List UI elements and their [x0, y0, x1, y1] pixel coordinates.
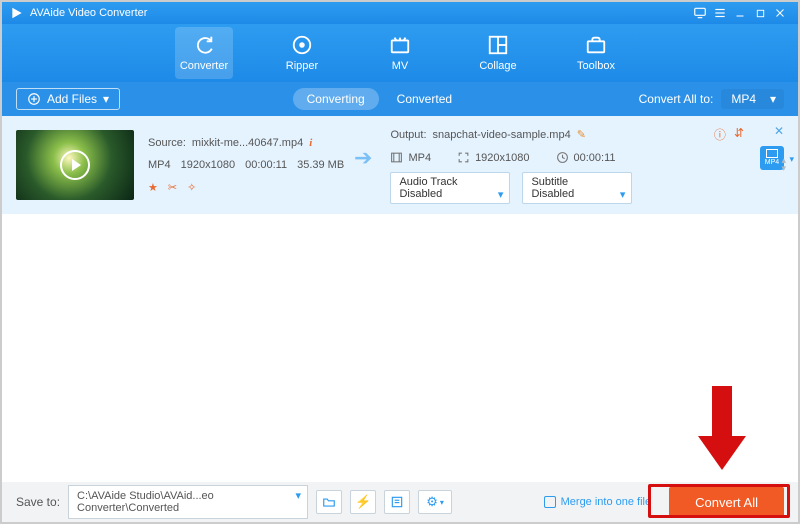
nav-ripper[interactable]: Ripper [273, 27, 331, 79]
source-block: Source: mixkit-me...40647.mp4 i MP4 1920… [148, 137, 348, 194]
out-resolution: 1920x1080 [475, 152, 529, 164]
add-files-label: Add Files [47, 92, 97, 106]
source-filename: mixkit-me...40647.mp4 [192, 137, 303, 149]
file-row: Source: mixkit-me...40647.mp4 i MP4 1920… [2, 116, 798, 214]
resolution-icon [457, 151, 470, 164]
convert-all-to: Convert All to: MP4 [639, 89, 784, 109]
output-block: Output: snapchat-video-sample.mp4 ✎ ⓘ ⇵ … [390, 126, 750, 204]
clock-icon [556, 151, 569, 164]
feedback-icon[interactable] [690, 3, 710, 23]
nav-mv[interactable]: MV [371, 27, 429, 79]
app-logo-icon [10, 6, 24, 20]
nav-label: Collage [479, 60, 516, 72]
chevron-down-icon: ▾ [103, 92, 109, 106]
maximize-icon[interactable] [750, 3, 770, 23]
nav-label: MV [392, 60, 409, 72]
edit-name-icon[interactable]: ✎ [577, 128, 586, 141]
status-tabs: Converting Converted [293, 88, 466, 110]
checkbox-icon [544, 496, 556, 508]
open-folder-button[interactable] [316, 490, 342, 514]
star-icon[interactable]: ★ [148, 181, 158, 194]
sub-toolbar: Add Files ▾ Converting Converted Convert… [2, 82, 798, 116]
out-duration: 00:00:11 [574, 152, 616, 164]
cut-icon[interactable]: ✂ [168, 181, 177, 194]
nav-label: Ripper [286, 60, 318, 72]
film-icon [390, 151, 403, 164]
save-to-label: Save to: [16, 495, 60, 509]
output-format-button[interactable]: MP4 ▾ [760, 146, 784, 170]
output-filename: snapchat-video-sample.mp4 [433, 129, 571, 141]
play-icon [60, 150, 90, 180]
main-nav: Converter Ripper MV Collage Toolbox [2, 24, 798, 82]
empty-area [2, 214, 798, 482]
output-label: Output: [390, 129, 426, 141]
audio-track-select[interactable]: Audio Track Disabled [390, 172, 510, 204]
nav-label: Converter [180, 60, 228, 72]
info-icon[interactable]: i [309, 137, 312, 149]
titlebar: AVAide Video Converter [2, 2, 798, 24]
reorder-handle[interactable]: ▴▾ [781, 156, 786, 172]
compress-icon[interactable]: ⇵ [734, 126, 744, 143]
convert-all-format-select[interactable]: MP4 [721, 89, 784, 109]
hw-accel-button[interactable]: ⚡ [350, 490, 376, 514]
video-thumbnail[interactable] [16, 130, 134, 200]
src-resolution: 1920x1080 [181, 159, 235, 171]
out-format: MP4 [408, 152, 431, 164]
chevron-down-icon: ▾ [789, 154, 794, 165]
source-label: Source: [148, 137, 186, 149]
tab-converting[interactable]: Converting [293, 88, 379, 110]
nav-converter[interactable]: Converter [175, 27, 233, 79]
close-icon[interactable] [770, 3, 790, 23]
remove-file-icon[interactable]: ✕ [774, 124, 784, 138]
minimize-icon[interactable] [730, 3, 750, 23]
convert-all-to-label: Convert All to: [639, 92, 714, 106]
convert-all-button[interactable]: Convert All [669, 487, 784, 518]
save-path-select[interactable]: C:\AVAide Studio\AVAid...eo Converter\Co… [68, 485, 308, 519]
bottom-bar: Save to: C:\AVAide Studio\AVAid...eo Con… [2, 482, 798, 522]
menu-icon[interactable] [710, 3, 730, 23]
tab-converted[interactable]: Converted [383, 88, 466, 110]
arrow-icon: ➔ [354, 145, 372, 171]
app-title: AVAide Video Converter [30, 7, 147, 19]
settings-button[interactable]: ⚙▾ [418, 490, 452, 514]
src-size: 35.39 MB [297, 159, 344, 171]
enhance-icon[interactable]: ✧ [187, 181, 196, 194]
merge-checkbox[interactable]: Merge into one file [544, 496, 652, 508]
nav-toolbox[interactable]: Toolbox [567, 27, 625, 79]
src-duration: 00:00:11 [245, 159, 287, 171]
info-output-icon[interactable]: ⓘ [714, 126, 726, 143]
nav-collage[interactable]: Collage [469, 27, 527, 79]
subtitle-select[interactable]: Subtitle Disabled [522, 172, 632, 204]
merge-label: Merge into one file [561, 496, 652, 508]
task-list-button[interactable] [384, 490, 410, 514]
add-files-button[interactable]: Add Files ▾ [16, 88, 120, 110]
src-format: MP4 [148, 159, 171, 171]
nav-label: Toolbox [577, 60, 615, 72]
app-window: AVAide Video Converter Converter Ripper … [0, 0, 800, 524]
